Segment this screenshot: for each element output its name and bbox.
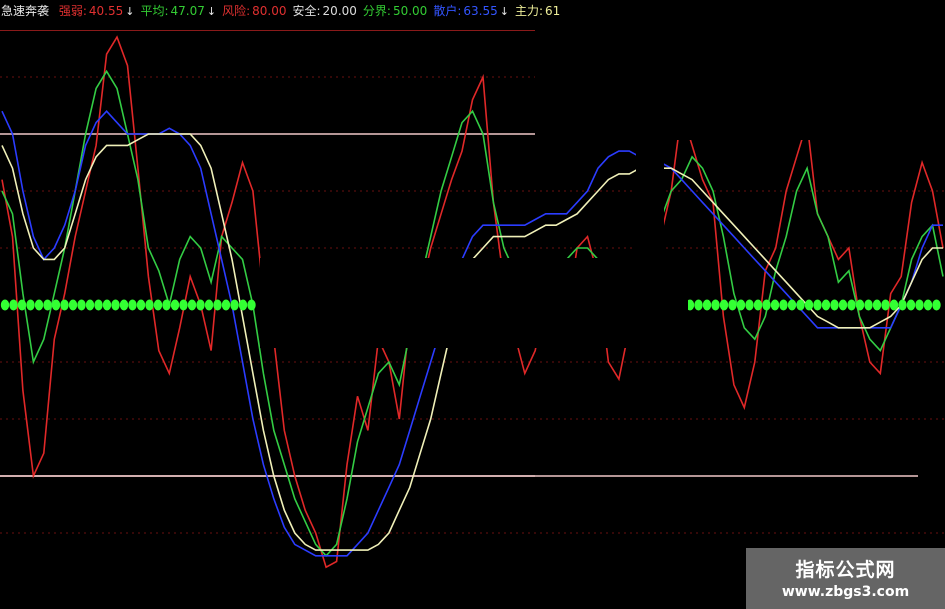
midline-dot bbox=[136, 299, 146, 311]
midline-dot bbox=[923, 299, 933, 311]
midline-dot bbox=[787, 299, 797, 311]
midline-dot bbox=[9, 299, 18, 311]
midline-dot bbox=[102, 299, 112, 311]
midline-dot bbox=[196, 299, 205, 311]
header-item-label: 平均: bbox=[140, 4, 169, 18]
watermark-url: www.zbgs3.com bbox=[781, 584, 910, 600]
header-item-value: 40.55 bbox=[88, 4, 124, 18]
midline-dot bbox=[77, 299, 86, 311]
blank-region bbox=[535, 20, 945, 140]
watermark-title: 指标公式网 bbox=[795, 559, 896, 581]
midline-dot bbox=[26, 299, 35, 311]
midline-dot bbox=[898, 299, 907, 311]
header-item-value: 63.55 bbox=[463, 4, 498, 18]
midline-dot bbox=[830, 299, 839, 311]
midline-dot bbox=[881, 299, 890, 311]
indicator-header: 急速奔袭 强弱: 40.55 ↓ 平均: 47.07 ↓ 风险: 80.00 安全: 20.00 分… bbox=[0, 0, 560, 31]
midline-dot bbox=[162, 299, 171, 311]
midline-dot bbox=[153, 299, 163, 311]
midline-dot bbox=[702, 299, 712, 311]
header-item-value: 80.00 bbox=[252, 4, 287, 18]
blank-regions bbox=[260, 20, 945, 348]
indicator-chart bbox=[0, 20, 945, 569]
indicator-title: 急速奔袭 bbox=[1, 4, 50, 18]
midline-dot bbox=[932, 299, 941, 311]
blank-region bbox=[636, 140, 664, 260]
midline-dot bbox=[94, 299, 103, 311]
midline-dot bbox=[838, 299, 848, 311]
midline-dot bbox=[745, 299, 754, 311]
header-item-value: 50.00 bbox=[392, 4, 428, 18]
down-arrow-icon: ↓ bbox=[206, 5, 217, 18]
midline-dot bbox=[204, 299, 214, 311]
midline-dot bbox=[60, 299, 69, 311]
midline-dot bbox=[728, 299, 737, 311]
blank-region bbox=[260, 258, 688, 348]
midline-dot bbox=[247, 299, 256, 311]
midline-dot bbox=[796, 299, 805, 311]
midline-dot bbox=[85, 299, 95, 311]
header-item-value: 47.07 bbox=[170, 4, 205, 18]
header-item-value: 61 bbox=[544, 4, 561, 18]
midline-dot bbox=[821, 299, 831, 311]
down-arrow-icon: ↓ bbox=[125, 5, 135, 18]
midline-dot bbox=[230, 299, 239, 311]
midline-dot bbox=[170, 299, 180, 311]
watermark: 指标公式网 www.zbgs3.com bbox=[746, 548, 945, 609]
header-item-label: 强弱: bbox=[58, 4, 87, 18]
midline-dot bbox=[111, 299, 120, 311]
midline-dot bbox=[187, 299, 197, 311]
midline-dot bbox=[804, 299, 814, 311]
midline-dot bbox=[753, 299, 763, 311]
midline-dot bbox=[221, 299, 231, 311]
midline-dot bbox=[770, 299, 780, 311]
midline-dot bbox=[711, 299, 720, 311]
down-arrow-icon: ↓ bbox=[499, 5, 509, 18]
midline-dot bbox=[736, 299, 746, 311]
midline-dot bbox=[872, 299, 882, 311]
midline-dot bbox=[694, 299, 703, 311]
midline-dot bbox=[213, 299, 222, 311]
midline-dot bbox=[68, 299, 78, 311]
midline-dot bbox=[762, 299, 771, 311]
header-item-label: 散户: bbox=[433, 4, 462, 18]
midline-dot bbox=[813, 299, 822, 311]
header-item-label: 主力: bbox=[514, 4, 543, 18]
header-item-value: 20.00 bbox=[322, 4, 357, 18]
midline-dot bbox=[179, 299, 188, 311]
midline-dot bbox=[864, 299, 873, 311]
midline-dot bbox=[779, 299, 788, 311]
midline-dot bbox=[119, 299, 129, 311]
midline-dot bbox=[889, 299, 899, 311]
midline-dot bbox=[915, 299, 924, 311]
header-item-label: 分界: bbox=[362, 4, 391, 18]
midline-dot bbox=[906, 299, 916, 311]
midline-dot bbox=[17, 299, 27, 311]
midline-dot bbox=[43, 299, 52, 311]
midline-dot bbox=[51, 299, 61, 311]
midline-dot bbox=[34, 299, 44, 311]
midline-dot bbox=[855, 299, 865, 311]
midline-dot bbox=[128, 299, 137, 311]
header-item-label: 安全: bbox=[292, 4, 321, 18]
midline-dot bbox=[847, 299, 856, 311]
midline-dot bbox=[238, 299, 248, 311]
midline-dot bbox=[145, 299, 154, 311]
midline-dot bbox=[719, 299, 729, 311]
header-item-label: 风险: bbox=[222, 4, 251, 18]
midline-dot bbox=[0, 299, 10, 311]
